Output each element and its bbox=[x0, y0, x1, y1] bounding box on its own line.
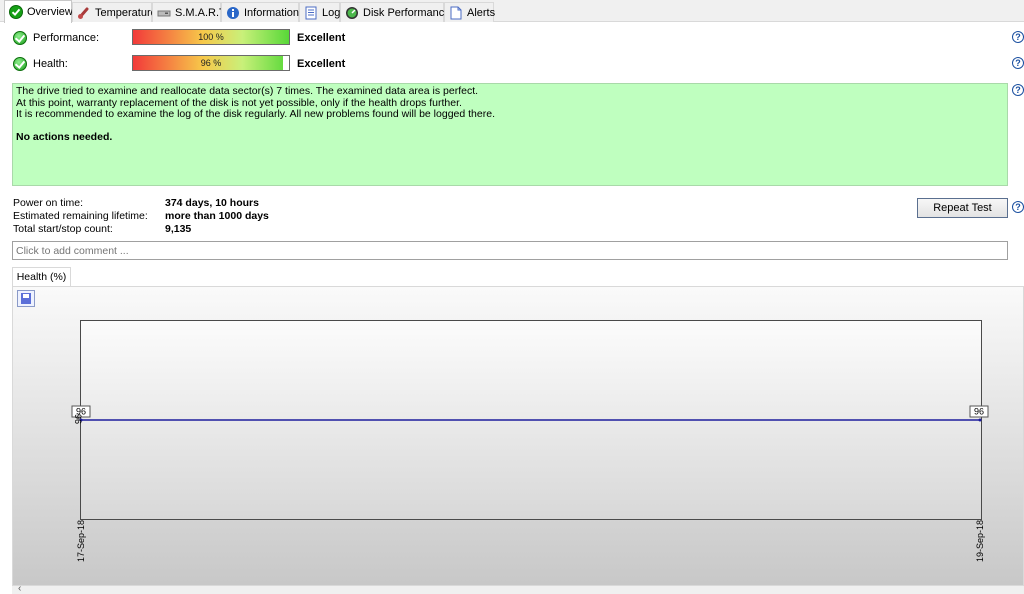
tab-smart[interactable]: S.M.A.R.T. bbox=[152, 2, 228, 22]
log-icon bbox=[304, 6, 318, 20]
startstop-label: Total start/stop count: bbox=[13, 223, 113, 235]
performance-bar: 100 % bbox=[132, 29, 290, 45]
performance-bar-text: 100 % bbox=[198, 32, 224, 42]
scroll-left-icon[interactable]: ‹ bbox=[18, 583, 21, 594]
performance-ok-icon bbox=[13, 31, 27, 45]
gauge-icon bbox=[345, 6, 359, 20]
health-bar: 96 % bbox=[132, 55, 290, 71]
startstop-value: 9,135 bbox=[165, 223, 192, 235]
plot-area bbox=[80, 320, 982, 520]
health-bar-text: 96 % bbox=[200, 58, 222, 68]
comment-input[interactable] bbox=[12, 241, 1008, 260]
drive-icon bbox=[157, 6, 171, 20]
horizontal-scrollbar[interactable]: ‹ bbox=[12, 583, 1024, 594]
action-message: No actions needed. bbox=[16, 130, 113, 143]
performance-rating: Excellent bbox=[297, 32, 346, 44]
power-on-value: 374 days, 10 hours bbox=[165, 197, 259, 209]
status-message-box: The drive tried to examine and reallocat… bbox=[12, 83, 1008, 186]
tab-label: Log bbox=[322, 6, 341, 19]
tab-temperature[interactable]: Temperature bbox=[72, 2, 157, 22]
thermometer-icon bbox=[77, 6, 91, 20]
tab-label: Overview bbox=[27, 6, 73, 18]
health-label: Health: bbox=[33, 58, 68, 70]
save-icon[interactable] bbox=[17, 290, 35, 307]
message-help-icon[interactable]: ? bbox=[1012, 84, 1024, 96]
tab-bar: Overview Temperature S.M.A.R.T. Informat… bbox=[0, 0, 1024, 23]
tab-information[interactable]: Information bbox=[221, 2, 299, 22]
tab-label: S.M.A.R.T. bbox=[175, 6, 228, 19]
lifetime-label: Estimated remaining lifetime: bbox=[13, 210, 148, 222]
document-icon bbox=[449, 6, 463, 20]
tab-label: Disk Performance bbox=[363, 6, 451, 19]
lifetime-value: more than 1000 days bbox=[165, 210, 269, 222]
tab-disk-performance[interactable]: Disk Performance bbox=[340, 2, 450, 22]
health-help-icon[interactable]: ? bbox=[1012, 57, 1024, 69]
tab-label: Alerts bbox=[467, 6, 496, 19]
tab-label: Temperature bbox=[95, 6, 157, 19]
performance-help-icon[interactable]: ? bbox=[1012, 31, 1024, 43]
health-ok-icon bbox=[13, 57, 27, 71]
tab-label: Information bbox=[244, 6, 300, 19]
tab-alerts[interactable]: Alerts bbox=[444, 2, 496, 22]
repeat-test-help-icon[interactable]: ? bbox=[1012, 201, 1024, 213]
tab-log[interactable]: Log bbox=[299, 2, 340, 22]
power-on-label: Power on time: bbox=[13, 197, 84, 209]
info-icon bbox=[226, 6, 240, 20]
message-line: It is recommended to examine the log of … bbox=[16, 108, 495, 120]
tab-overview[interactable]: Overview bbox=[4, 0, 73, 23]
tab-health-chart[interactable]: Health (%) bbox=[12, 267, 71, 287]
performance-label: Performance: bbox=[33, 32, 100, 44]
repeat-test-button[interactable]: Repeat Test bbox=[917, 198, 1008, 218]
message-line: The drive tried to examine and reallocat… bbox=[16, 85, 479, 97]
check-circle-icon bbox=[9, 5, 23, 19]
health-rating: Excellent bbox=[297, 58, 346, 70]
